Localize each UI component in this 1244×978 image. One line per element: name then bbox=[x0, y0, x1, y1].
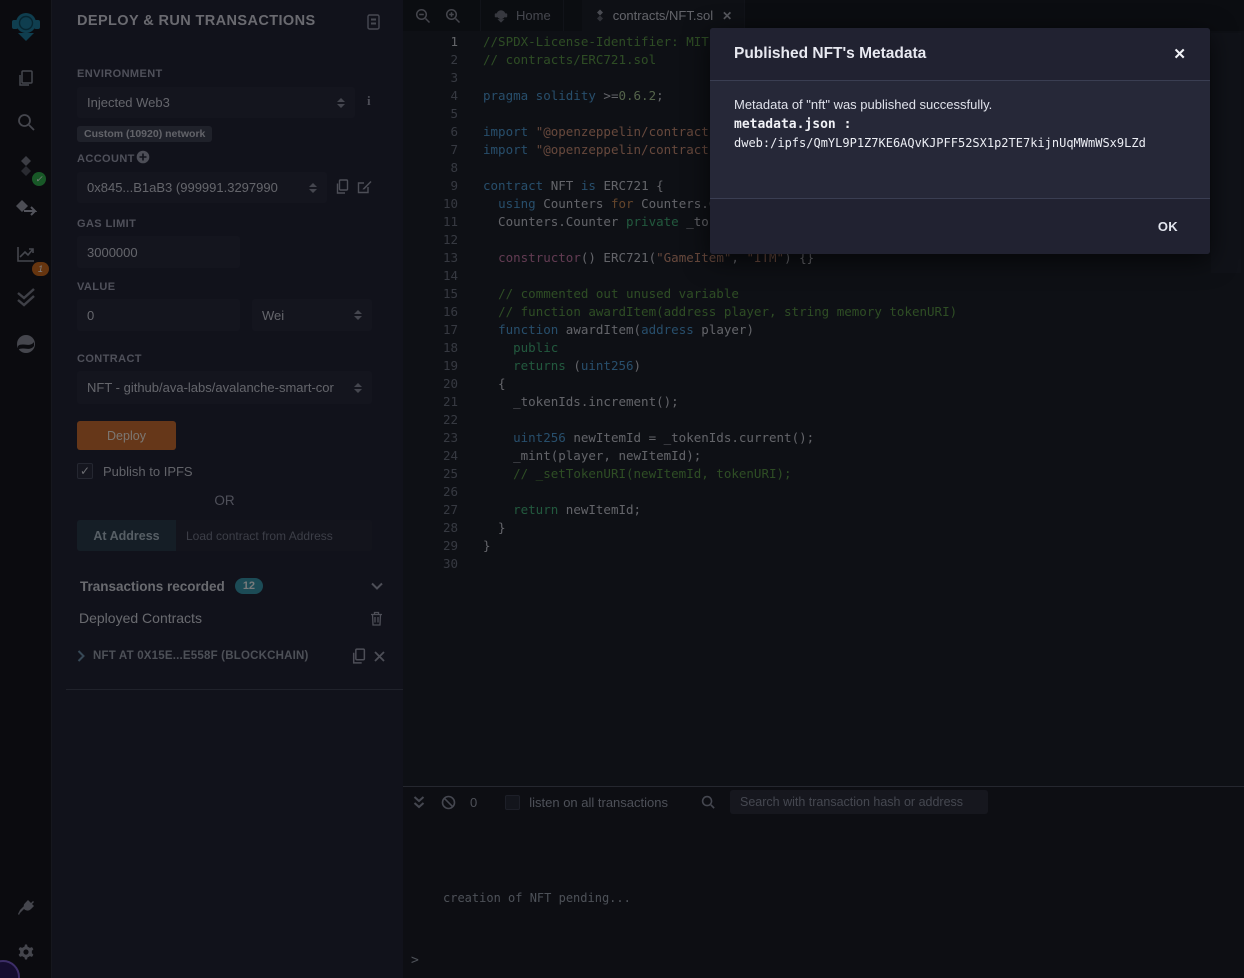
ok-button[interactable]: OK bbox=[1158, 219, 1178, 234]
modal-header: Published NFT's Metadata ✕ bbox=[710, 28, 1210, 81]
metadata-filename: metadata.json : bbox=[734, 117, 1186, 132]
modal-close-icon[interactable]: ✕ bbox=[1173, 45, 1186, 63]
published-metadata-modal: Published NFT's Metadata ✕ Metadata of "… bbox=[710, 28, 1210, 254]
remix-ide-window: ✓ 1 bbox=[0, 0, 1244, 978]
modal-title: Published NFT's Metadata bbox=[734, 45, 1173, 63]
modal-body: Metadata of "nft" was published successf… bbox=[710, 81, 1210, 198]
ipfs-link: dweb:/ipfs/QmYL9P1Z7KE6AQvKJPFF52SX1p2TE… bbox=[734, 136, 1186, 150]
modal-message: Metadata of "nft" was published successf… bbox=[734, 97, 1186, 112]
modal-footer: OK bbox=[710, 198, 1210, 254]
